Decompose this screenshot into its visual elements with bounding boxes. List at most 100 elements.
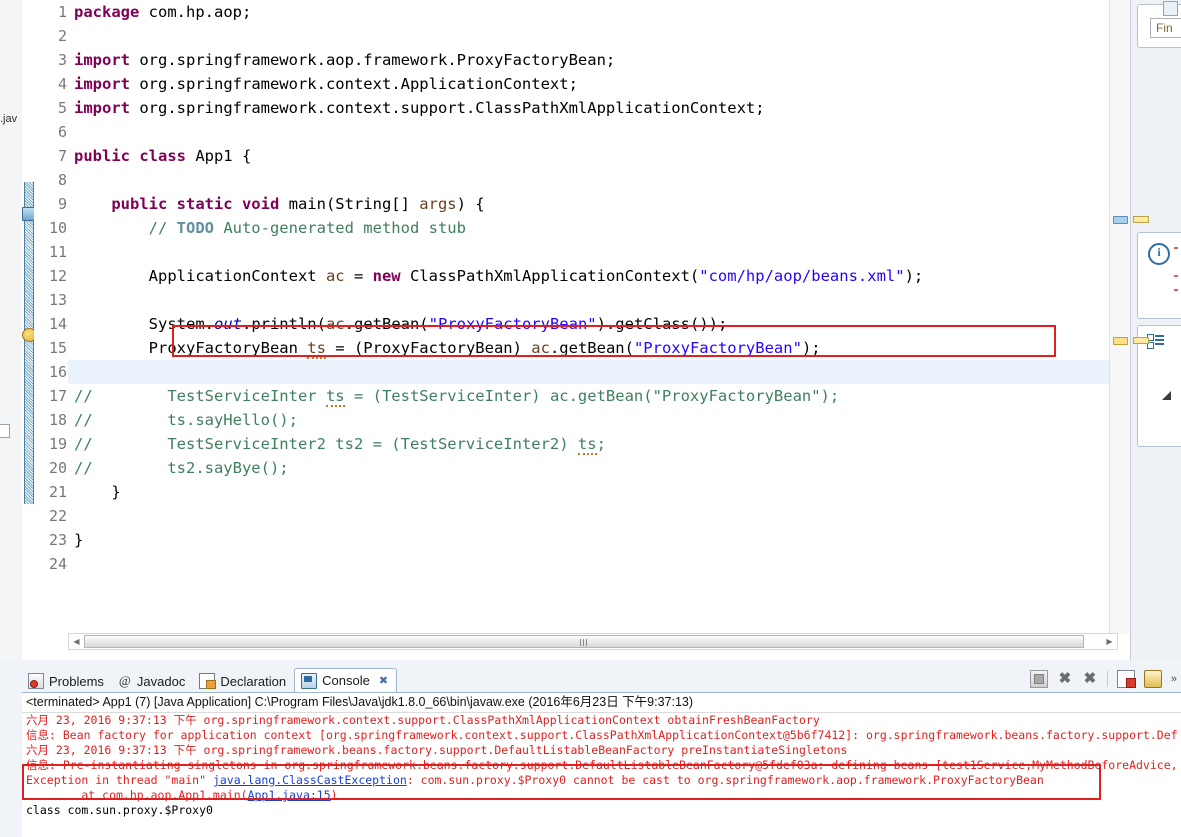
code-token: ts bbox=[307, 339, 326, 359]
line-number: 1 bbox=[57, 3, 67, 21]
console-line: class com.sun.proxy.$Proxy0 bbox=[26, 803, 213, 817]
code-token: "ProxyFactoryBean" bbox=[633, 339, 802, 357]
outline-tree-icon bbox=[1147, 334, 1164, 349]
search-view-panel[interactable]: Fin bbox=[1137, 1, 1181, 48]
console-line: 六月 23, 2016 9:37:13 下午 org.springframewo… bbox=[26, 743, 848, 757]
overview-mark-todo[interactable] bbox=[1113, 216, 1128, 224]
code-line[interactable] bbox=[68, 504, 1110, 528]
line-number: 8 bbox=[57, 171, 67, 189]
remove-launch-button[interactable]: ✖ bbox=[1057, 671, 1073, 687]
line-number: 3 bbox=[57, 51, 67, 69]
code-token: // TestServiceInter2 ts2 = (TestServiceI… bbox=[74, 435, 578, 453]
code-token: ); bbox=[801, 339, 821, 357]
code-line[interactable]: ProxyFactoryBean ts = (ProxyFactoryBean)… bbox=[68, 336, 1110, 360]
horizontal-scroll-thumb[interactable] bbox=[84, 635, 1084, 648]
code-line[interactable]: ApplicationContext ac = new ClassPathXml… bbox=[68, 264, 1110, 288]
close-icon[interactable]: ✖ bbox=[379, 674, 388, 687]
detail-text-line bbox=[1174, 275, 1178, 277]
detail-text-line bbox=[1174, 289, 1178, 291]
code-token: out bbox=[213, 315, 242, 333]
code-line[interactable] bbox=[68, 288, 1110, 312]
tab-javadoc[interactable]: @ Javadoc bbox=[112, 670, 193, 692]
line-number: 22 bbox=[48, 507, 67, 525]
code-line[interactable]: import org.springframework.context.suppo… bbox=[68, 96, 1110, 120]
left-collapsed-view-strip[interactable]: .jav bbox=[0, 0, 23, 660]
bottom-view-stack: Problems @ Javadoc Declaration Console ✖… bbox=[0, 660, 1181, 837]
code-token: ts bbox=[325, 387, 345, 407]
remove-all-terminated-button[interactable]: ✖ bbox=[1082, 671, 1098, 687]
java-source-editor[interactable]: 1 2 3 4 5 6 7 8 9 10 11 12 13 14 15 16 1… bbox=[22, 0, 1130, 660]
code-line[interactable]: System.out.println(ac.getBean("ProxyFact… bbox=[68, 312, 1110, 336]
code-token: "ProxyFactoryBean" bbox=[428, 315, 597, 333]
code-line[interactable]: // TestServiceInter ts = (TestServiceInt… bbox=[68, 384, 1110, 408]
code-line[interactable]: import org.springframework.aop.framework… bbox=[68, 48, 1110, 72]
code-token: .getBean( bbox=[344, 315, 429, 333]
left-strip-minimized-view-icon[interactable] bbox=[0, 424, 10, 438]
scroll-lock-button[interactable] bbox=[1143, 670, 1162, 688]
code-token: } bbox=[74, 483, 121, 501]
line-number: 16 bbox=[48, 363, 67, 381]
code-line[interactable] bbox=[68, 360, 1110, 384]
code-line[interactable]: } bbox=[68, 528, 1110, 552]
scroll-right-arrow-icon[interactable]: ▶ bbox=[1102, 634, 1117, 649]
code-line[interactable] bbox=[68, 120, 1110, 144]
line-number-ruler: 1 2 3 4 5 6 7 8 9 10 11 12 13 14 15 16 1… bbox=[34, 0, 68, 634]
code-text-area[interactable]: package com.hp.aop; import org.springfra… bbox=[68, 0, 1110, 634]
quick-diff-indicator bbox=[24, 182, 34, 504]
code-token: ClassPathXmlApplicationContext( bbox=[400, 267, 700, 285]
code-token: = bbox=[344, 267, 373, 285]
code-token: ts bbox=[577, 435, 597, 455]
code-line[interactable]: // TestServiceInter2 ts2 = (TestServiceI… bbox=[68, 432, 1110, 456]
terminate-button[interactable] bbox=[1029, 670, 1048, 688]
problems-icon bbox=[28, 673, 44, 689]
console-line-list: 六月 23, 2016 9:37:13 下午 org.springframewo… bbox=[22, 713, 1181, 818]
code-line[interactable]: } bbox=[68, 480, 1110, 504]
code-line[interactable]: // TODO Auto-generated method stub bbox=[68, 216, 1110, 240]
code-line[interactable]: // ts.sayHello(); bbox=[68, 408, 1110, 432]
console-line: Exception in thread "main" java.lang.Cla… bbox=[26, 773, 1044, 787]
right-view-stack[interactable]: Fin i bbox=[1130, 0, 1181, 660]
line-number: 17 bbox=[48, 387, 67, 405]
problems-detail-panel[interactable]: i bbox=[1137, 232, 1181, 319]
bottom-tab-strip[interactable]: Problems @ Javadoc Declaration Console ✖ bbox=[22, 668, 398, 692]
code-token: public static void bbox=[111, 195, 280, 213]
tab-problems[interactable]: Problems bbox=[22, 670, 112, 692]
code-line[interactable]: public class App1 { bbox=[68, 144, 1110, 168]
stack-trace-link[interactable]: java.lang.ClassCastException bbox=[213, 773, 407, 787]
editor-horizontal-scrollbar[interactable]: ◀ ▶ bbox=[68, 633, 1118, 650]
tab-declaration[interactable]: Declaration bbox=[193, 670, 294, 692]
code-line[interactable]: import org.springframework.context.Appli… bbox=[68, 72, 1110, 96]
code-line[interactable] bbox=[68, 168, 1110, 192]
overview-ruler[interactable] bbox=[1109, 0, 1130, 634]
code-line[interactable] bbox=[68, 240, 1110, 264]
code-token: ApplicationContext bbox=[74, 267, 326, 285]
resize-handle-icon[interactable] bbox=[1162, 391, 1171, 400]
search-checkbox[interactable] bbox=[1163, 1, 1178, 16]
console-output-area[interactable]: <terminated> App1 (7) [Java Application]… bbox=[22, 692, 1181, 837]
line-number: 11 bbox=[48, 243, 67, 261]
code-token: new bbox=[372, 267, 401, 285]
stack-trace-link[interactable]: App1.java:15 bbox=[248, 788, 331, 802]
console-icon bbox=[301, 672, 318, 689]
line-number: 9 bbox=[57, 195, 67, 213]
clear-console-button[interactable] bbox=[1116, 670, 1136, 688]
code-token: TODO bbox=[176, 219, 214, 237]
code-token: ) { bbox=[456, 195, 485, 213]
code-line[interactable]: package com.hp.aop; bbox=[68, 0, 1110, 24]
code-token: ProxyFactoryBean bbox=[74, 339, 308, 357]
code-line[interactable]: // ts2.sayBye(); bbox=[68, 456, 1110, 480]
console-line: 信息: Pre-instantiating singletons in org.… bbox=[26, 758, 1178, 772]
code-token: .println( bbox=[241, 315, 326, 333]
code-line[interactable] bbox=[68, 552, 1110, 576]
console-toolbar[interactable]: ✖ ✖ » bbox=[1029, 668, 1177, 690]
line-number: 13 bbox=[48, 291, 67, 309]
code-line[interactable] bbox=[68, 24, 1110, 48]
scroll-left-arrow-icon[interactable]: ◀ bbox=[69, 634, 84, 649]
code-token: import bbox=[74, 75, 130, 93]
code-line[interactable]: public static void main(String[] args) { bbox=[68, 192, 1110, 216]
toolbar-separator bbox=[1106, 671, 1108, 687]
search-input[interactable]: Fin bbox=[1150, 18, 1181, 38]
overview-mark-warning[interactable] bbox=[1113, 337, 1128, 345]
tab-console[interactable]: Console ✖ bbox=[294, 668, 398, 692]
pin-console-button[interactable]: » bbox=[1171, 671, 1177, 687]
